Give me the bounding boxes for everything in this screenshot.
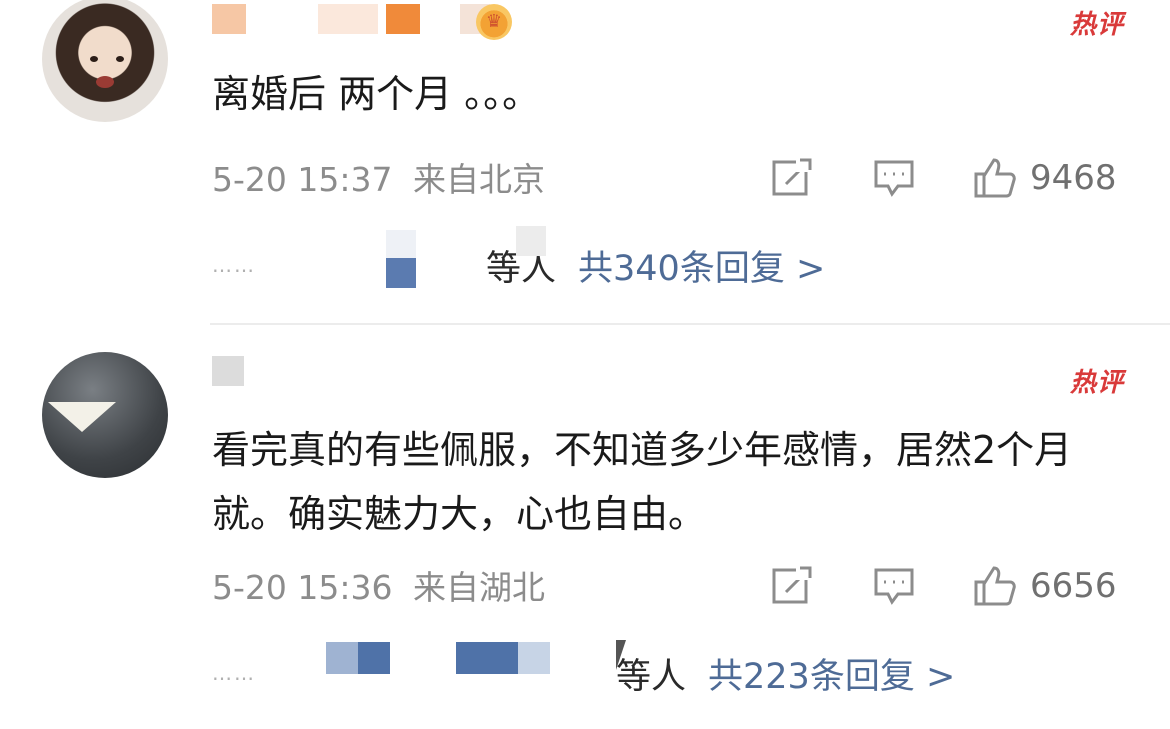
like-count: 6656 [1030, 566, 1117, 606]
reply-dots: …… [212, 661, 256, 685]
comment-text: 看完真的有些佩服，不知道多少年感情，居然2个月就。确实魅力大，心也自由。 [212, 428, 1073, 536]
replier-avatars [256, 640, 626, 698]
comment-icon [874, 568, 914, 605]
repost-icon [772, 564, 814, 604]
avatar[interactable] [42, 352, 168, 478]
comment-feed: ♛ 热评 离婚后 两个月 。。。 5-20 15:37 来自北京 9468 ……… [0, 0, 1170, 729]
reply-suffix: 等人 [616, 656, 687, 697]
comment-item: 热评 看完真的有些佩服，不知道多少年感情，居然2个月就。确实魅力大，心也自由。 … [0, 0, 1170, 729]
like-button[interactable]: 6656 [972, 566, 1117, 606]
comment-button[interactable] [872, 566, 916, 606]
comment-meta: 5-20 15:36 来自湖北 [212, 568, 545, 608]
timestamp: 5-20 15:36 [212, 568, 393, 607]
reply-count-link[interactable]: 共223条回复 > [708, 648, 955, 699]
reply-summary[interactable]: …… 等人 共223条回复 > [212, 640, 955, 699]
location: 来自湖北 [413, 568, 545, 607]
hot-comment-badge: 热评 [1069, 368, 1124, 398]
username[interactable] [212, 356, 244, 386]
repost-button[interactable] [770, 564, 814, 606]
like-icon [974, 566, 1016, 606]
